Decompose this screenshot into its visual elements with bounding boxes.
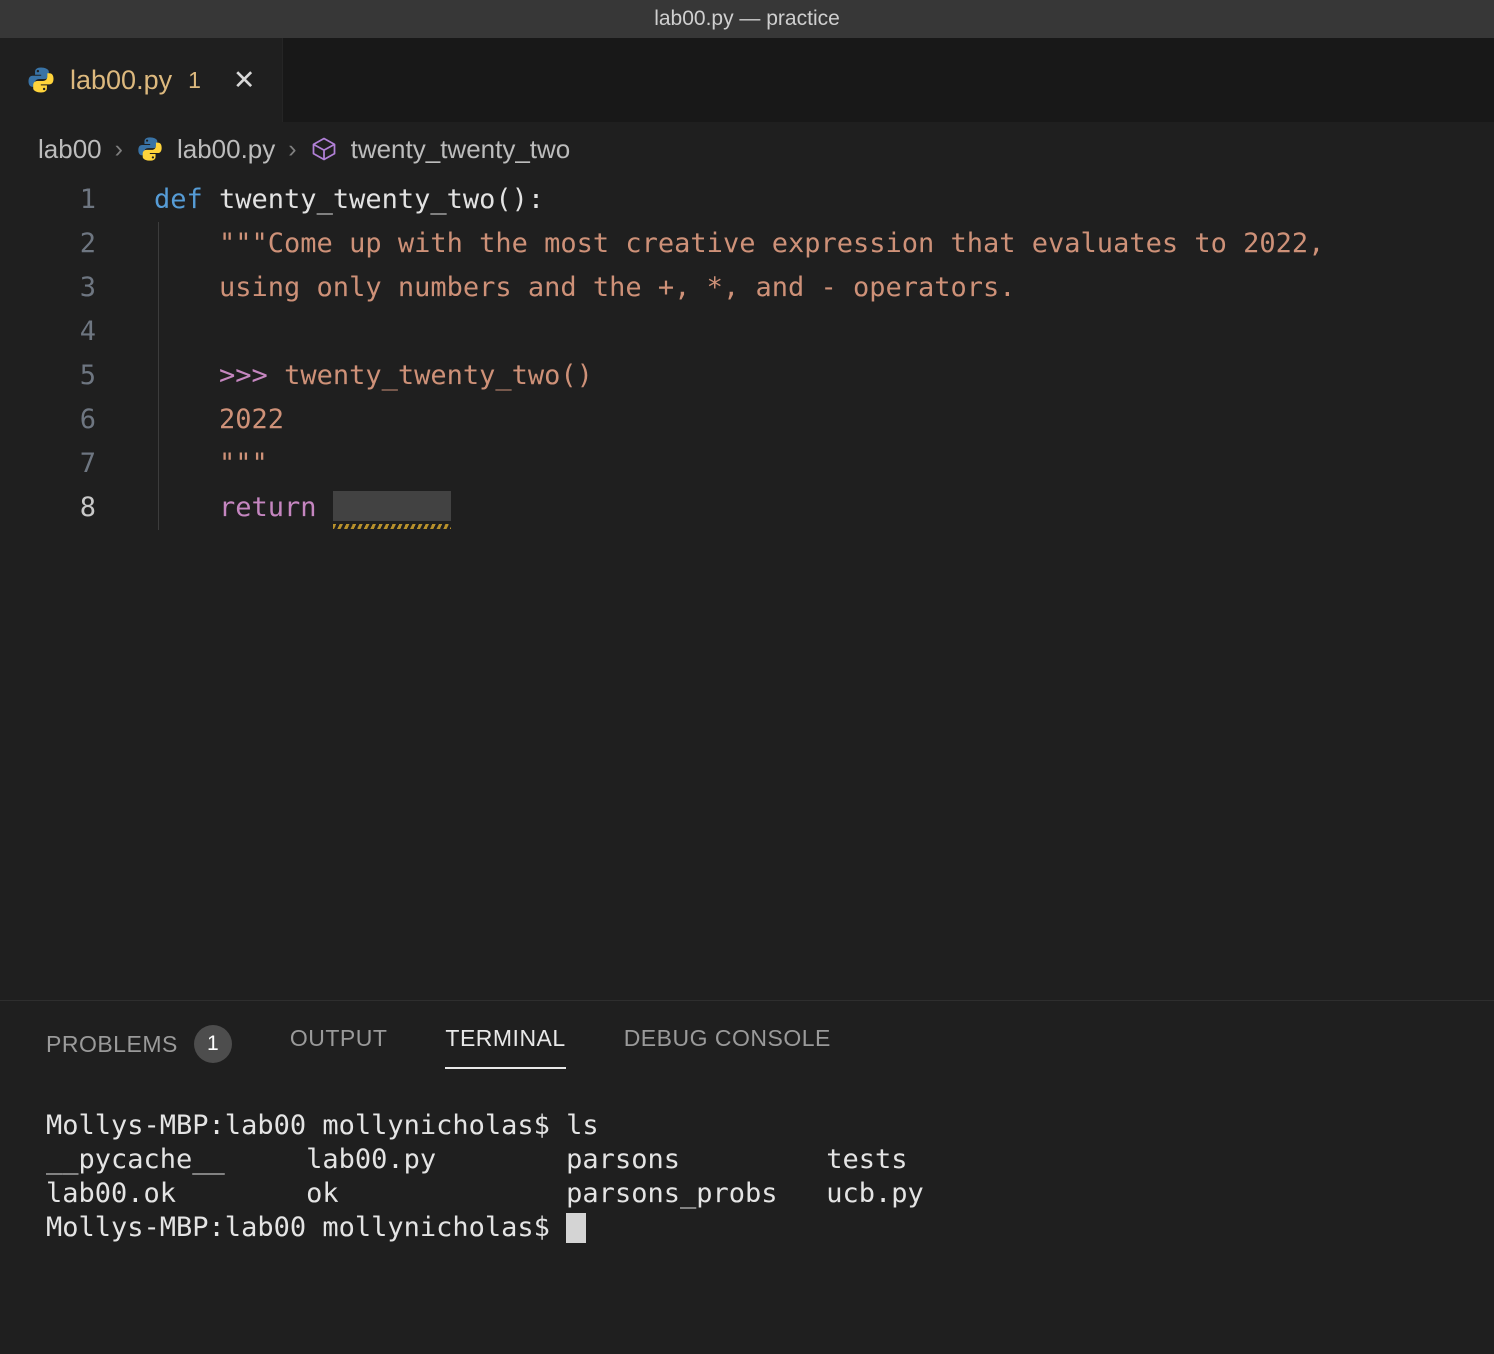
editor-tab-strip: lab00.py 1 ✕ xyxy=(0,38,1494,122)
code-line: 8 return xyxy=(0,486,1494,530)
line-number: 3 xyxy=(0,266,96,310)
bottom-panel: PROBLEMS 1 OUTPUT TERMINAL DEBUG CONSOLE… xyxy=(0,1000,1494,1354)
window-title: lab00.py — practice xyxy=(654,7,840,31)
indent xyxy=(154,492,219,523)
function-signature: twenty_twenty_two(): xyxy=(219,184,544,215)
indent xyxy=(154,360,219,391)
python-icon xyxy=(26,65,56,95)
terminal-cursor xyxy=(566,1213,586,1243)
terminal-line: Mollys-MBP:lab00 mollynicholas$ ls xyxy=(46,1109,1494,1143)
keyword-def: def xyxy=(154,184,219,215)
terminal-line: lab00.ok ok parsons_probs ucb.py xyxy=(46,1177,1494,1211)
indent-guide xyxy=(158,222,159,530)
terminal-prompt: Mollys-MBP:lab00 mollynicholas$ xyxy=(46,1212,566,1243)
tab-lab00-py[interactable]: lab00.py 1 ✕ xyxy=(0,38,283,122)
python-icon xyxy=(136,135,164,163)
line-number: 5 xyxy=(0,354,96,398)
tab-debug-console-label: DEBUG CONSOLE xyxy=(624,1025,831,1052)
symbol-cube-icon xyxy=(310,135,338,163)
terminal-prompt-line: Mollys-MBP:lab00 mollynicholas$ xyxy=(46,1211,1494,1245)
doctest-call: twenty_twenty_two() xyxy=(284,360,593,391)
tab-problems-count: 1 xyxy=(188,67,201,94)
tab-output-label: OUTPUT xyxy=(290,1025,388,1052)
line-number-active: 8 xyxy=(0,486,96,530)
doctest-prompt: >>> xyxy=(219,360,284,391)
code-editor[interactable]: 1 def twenty_twenty_two(): 2 """Come up … xyxy=(0,176,1494,1000)
tab-problems-label: PROBLEMS xyxy=(46,1031,178,1058)
chevron-right-icon: › xyxy=(115,135,123,164)
panel-tab-bar: PROBLEMS 1 OUTPUT TERMINAL DEBUG CONSOLE xyxy=(0,1001,1494,1067)
breadcrumb-file[interactable]: lab00.py xyxy=(177,134,275,165)
line-number: 1 xyxy=(0,178,96,222)
breadcrumb: lab00 › lab00.py › twenty_twenty_two xyxy=(0,122,1494,176)
code-line: 3 using only numbers and the +, *, and -… xyxy=(0,266,1494,310)
chevron-right-icon: › xyxy=(288,135,296,164)
window-titlebar: lab00.py — practice xyxy=(0,0,1494,38)
tab-output[interactable]: OUTPUT xyxy=(290,1025,388,1067)
line-number: 7 xyxy=(0,442,96,486)
breadcrumb-folder[interactable]: lab00 xyxy=(38,134,102,165)
code-line: 2 """Come up with the most creative expr… xyxy=(0,222,1494,266)
tab-problems[interactable]: PROBLEMS 1 xyxy=(46,1025,232,1078)
code-line: 6 2022 xyxy=(0,398,1494,442)
docstring-text: """Come up with the most creative expres… xyxy=(154,228,1324,259)
code-line: 7 """ xyxy=(0,442,1494,486)
docstring-text: using only numbers and the +, *, and - o… xyxy=(154,272,1016,303)
line-number: 4 xyxy=(0,310,96,354)
close-icon[interactable]: ✕ xyxy=(233,65,256,96)
error-selection-squiggle[interactable] xyxy=(333,491,451,521)
docstring-end: """ xyxy=(154,448,268,479)
code-line: 1 def twenty_twenty_two(): xyxy=(0,178,1494,222)
keyword-return: return xyxy=(219,492,333,523)
terminal-line: __pycache__ lab00.py parsons tests xyxy=(46,1143,1494,1177)
tab-debug-console[interactable]: DEBUG CONSOLE xyxy=(624,1025,831,1067)
line-number: 6 xyxy=(0,398,96,442)
doctest-result: 2022 xyxy=(154,404,284,435)
problems-count-badge: 1 xyxy=(194,1025,232,1063)
tab-terminal[interactable]: TERMINAL xyxy=(445,1025,565,1069)
code-line: 4 xyxy=(0,310,1494,354)
line-number: 2 xyxy=(0,222,96,266)
code-line: 5 >>> twenty_twenty_two() xyxy=(0,354,1494,398)
breadcrumb-symbol[interactable]: twenty_twenty_two xyxy=(351,134,571,165)
terminal-output[interactable]: Mollys-MBP:lab00 mollynicholas$ ls __pyc… xyxy=(0,1109,1494,1245)
tab-filename: lab00.py xyxy=(70,65,172,96)
tab-terminal-label: TERMINAL xyxy=(445,1025,565,1052)
